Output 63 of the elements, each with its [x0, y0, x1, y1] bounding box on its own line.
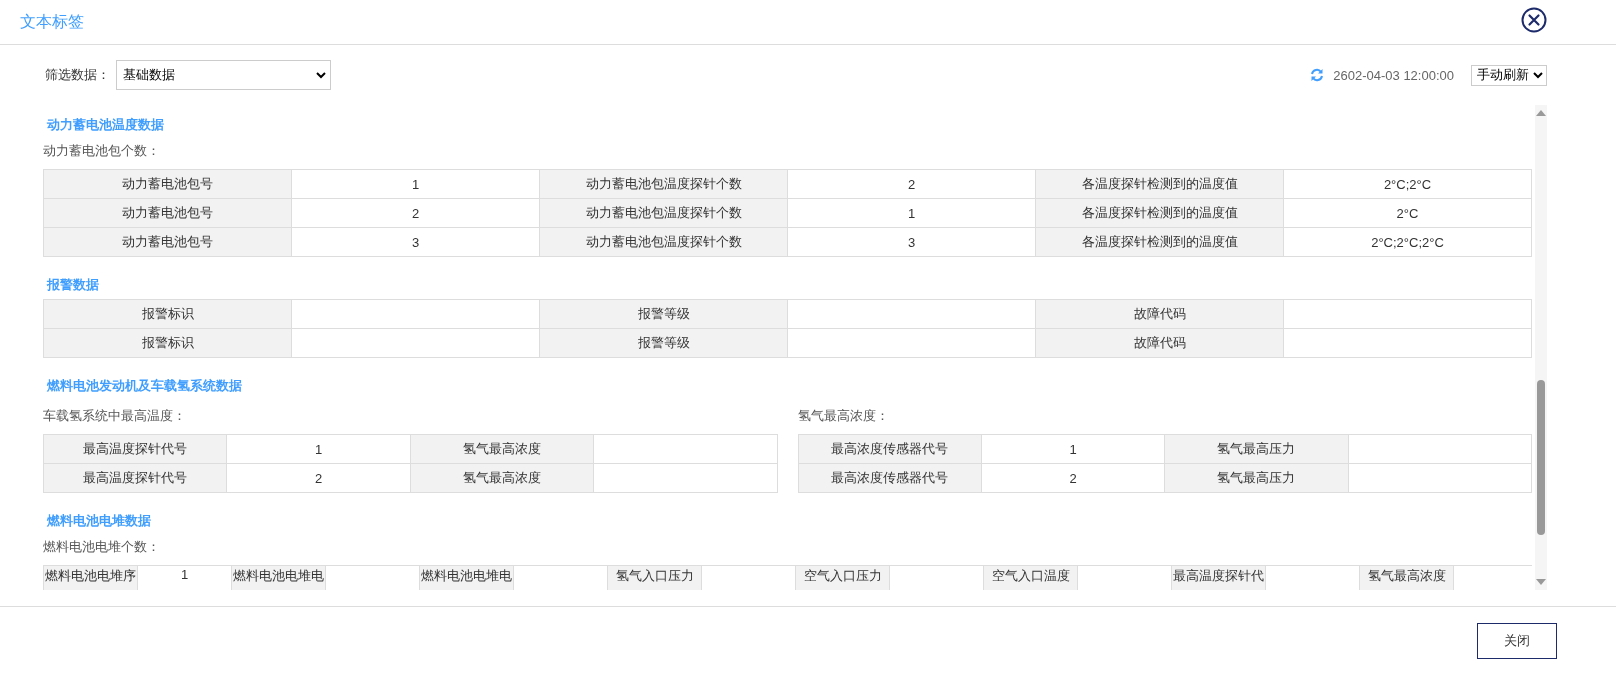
section-subtitle: 燃料电池电堆个数：: [43, 538, 161, 556]
section-title: 燃料电池电堆数据: [47, 512, 152, 530]
label-cell: 故障代码: [1036, 329, 1284, 358]
section-title: 动力蓄电池温度数据: [47, 116, 165, 134]
section-subtitle: 氢气最高浓度：: [797, 407, 890, 425]
close-button[interactable]: 关闭: [1477, 623, 1557, 659]
label-cell: 最高温度探针代号: [44, 464, 228, 493]
value-cell: 3: [292, 228, 540, 257]
value-cell: 2°C: [1284, 199, 1532, 228]
label-cell: 故障代码: [1036, 300, 1284, 329]
label-cell: 报警等级: [540, 300, 788, 329]
refresh-icon[interactable]: [1310, 68, 1325, 82]
value-cell: 2: [227, 464, 411, 493]
label-cell: 氢气最高浓度: [410, 435, 595, 464]
label-cell: 燃料电池电堆序: [44, 566, 138, 590]
label-cell: 燃料电池电堆电: [232, 566, 326, 590]
value-cell: 2: [788, 170, 1036, 199]
value-cell: 1: [788, 199, 1036, 228]
label-cell: 空气入口温度: [984, 566, 1078, 590]
label-cell: 报警标识: [44, 329, 292, 358]
label-cell: 氢气入口压力: [608, 566, 702, 590]
label-cell: 动力蓄电池包号: [44, 228, 292, 257]
label-cell: 氢气最高压力: [1165, 435, 1349, 464]
label-cell: 各温度探针检测到的温度值: [1036, 170, 1284, 199]
value-cell: 2: [292, 199, 540, 228]
section-title: 燃料电池发动机及车载氢系统数据: [47, 377, 243, 395]
refresh-time: 2602-04-03 12:00:00: [1333, 67, 1454, 83]
scroll-up-icon[interactable]: [1536, 110, 1546, 116]
refresh-mode-select[interactable]: 手动刷新: [1471, 64, 1547, 86]
label-cell: 动力蓄电池包号: [44, 199, 292, 228]
filter-select[interactable]: 基础数据: [116, 60, 331, 90]
label-cell: 最高浓度传感器代号: [798, 435, 982, 464]
label-cell: 报警等级: [540, 329, 788, 358]
section-title: 报警数据: [47, 276, 100, 294]
filter-label: 筛选数据：: [45, 66, 110, 84]
dialog-title: 文本标签: [20, 11, 84, 32]
value-cell: 1: [227, 435, 411, 464]
value-cell: 1: [292, 170, 540, 199]
scroll-down-icon[interactable]: [1536, 579, 1546, 585]
label-cell: 最高温度探针代: [1172, 566, 1266, 590]
label-cell: 各温度探针检测到的温度值: [1036, 199, 1284, 228]
label-cell: 动力蓄电池包温度探针个数: [540, 170, 788, 199]
label-cell: 空气入口压力: [796, 566, 890, 590]
label-cell: 最高浓度传感器代号: [798, 464, 982, 493]
label-cell: 动力蓄电池包号: [44, 170, 292, 199]
label-cell: 报警标识: [44, 300, 292, 329]
value-cell: 2°C;2°C: [1284, 170, 1532, 199]
label-cell: 最高温度探针代号: [44, 435, 228, 464]
value-cell: 2°C;2°C;2°C: [1284, 228, 1532, 257]
scrollbar-thumb[interactable]: [1537, 380, 1545, 535]
label-cell: 各温度探针检测到的温度值: [1036, 228, 1284, 257]
label-cell: 动力蓄电池包温度探针个数: [540, 199, 788, 228]
close-icon[interactable]: [1521, 7, 1547, 33]
label-cell: 动力蓄电池包温度探针个数: [540, 228, 788, 257]
label-cell: 氢气最高浓度: [410, 464, 595, 493]
label-cell: 氢气最高压力: [1165, 464, 1349, 493]
section-subtitle: 动力蓄电池包个数：: [43, 142, 161, 160]
section-subtitle: 车载氢系统中最高温度：: [43, 407, 187, 425]
chevron-icon: [316, 71, 326, 79]
label-cell: 燃料电池电堆电: [420, 566, 514, 590]
label-cell: 氢气最高浓度: [1360, 566, 1454, 590]
value-cell: 3: [788, 228, 1036, 257]
chevron-icon: [1533, 71, 1543, 79]
